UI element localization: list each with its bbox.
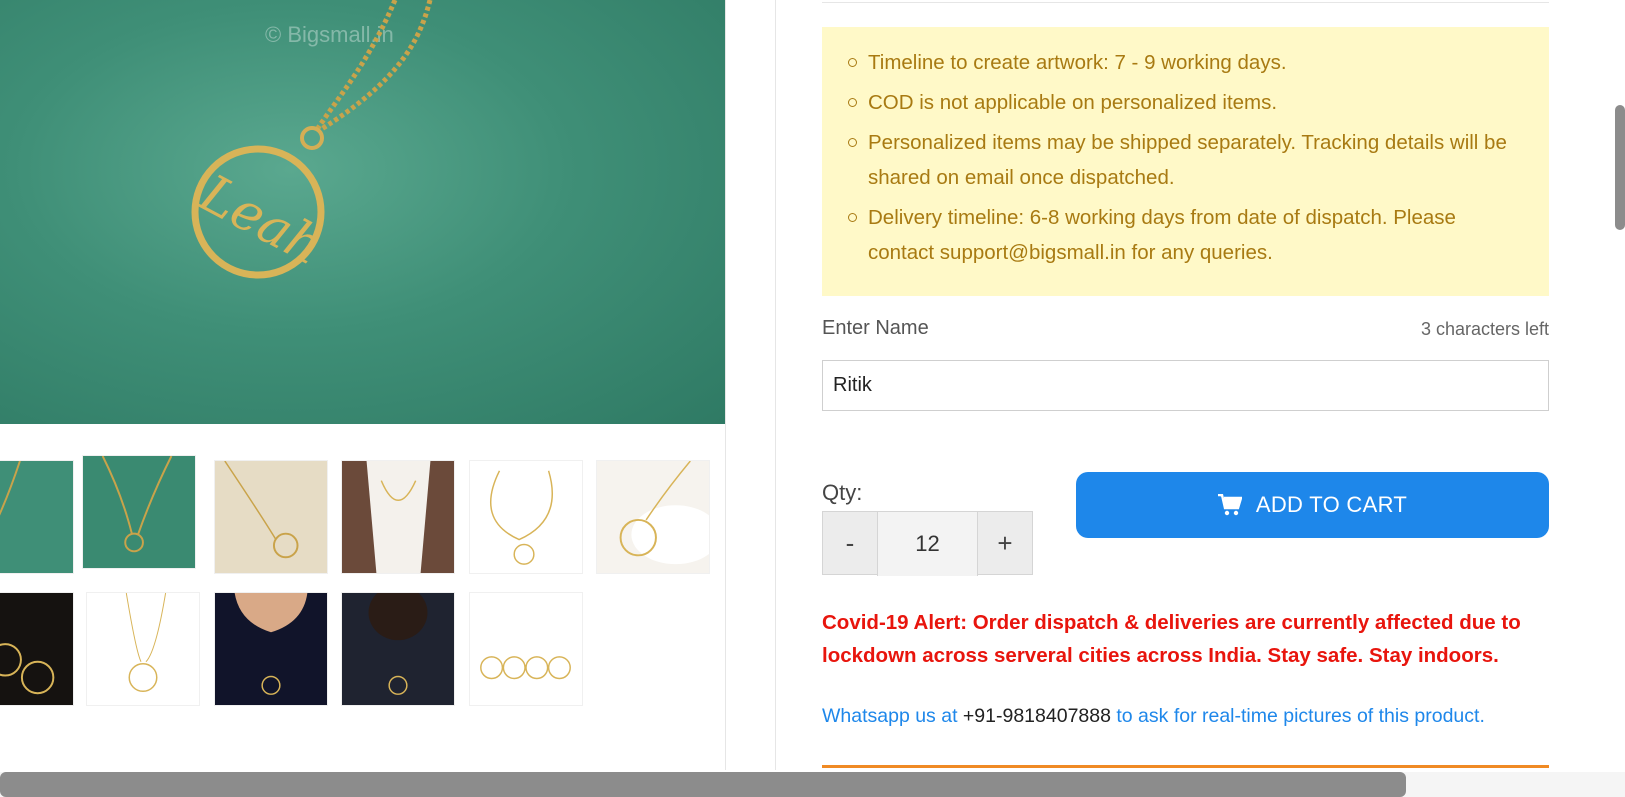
column-divider xyxy=(725,0,726,770)
thumbnail[interactable] xyxy=(0,460,74,574)
notice-item: Delivery timeline: 6-8 working days from… xyxy=(848,200,1519,270)
thumbnail[interactable] xyxy=(86,592,200,706)
thumbnail[interactable] xyxy=(596,460,710,574)
thumbnail[interactable] xyxy=(214,460,328,574)
thumbnail[interactable] xyxy=(469,592,583,706)
thumbnail[interactable] xyxy=(469,460,583,574)
section-divider-orange xyxy=(822,765,1549,768)
horizontal-scrollbar-thumb[interactable] xyxy=(0,772,1406,797)
shopping-cart-icon xyxy=(1217,494,1242,516)
increase-quantity-button[interactable]: + xyxy=(978,512,1032,574)
add-to-cart-label: ADD TO CART xyxy=(1255,492,1408,517)
personalization-notice: Timeline to create artwork: 7 - 9 workin… xyxy=(822,27,1549,296)
thumbnail[interactable] xyxy=(0,592,74,706)
product-main-image[interactable]: © Bigsmall.in Leah xyxy=(0,0,725,424)
decrease-quantity-button[interactable]: - xyxy=(823,512,877,574)
thumbnail[interactable] xyxy=(341,460,455,574)
whatsapp-suffix: to ask for real-time pictures of this pr… xyxy=(1116,705,1485,727)
thumbnail-active[interactable] xyxy=(82,455,196,569)
quantity-input[interactable] xyxy=(877,512,978,576)
section-divider xyxy=(822,2,1549,3)
notice-list: Timeline to create artwork: 7 - 9 workin… xyxy=(848,45,1519,270)
whatsapp-prefix: Whatsapp us at xyxy=(822,705,958,727)
enter-name-label: Enter Name xyxy=(822,317,929,339)
column-divider xyxy=(775,0,776,770)
necklace-illustration: Leah xyxy=(189,0,433,279)
add-to-cart-button[interactable]: ADD TO CART xyxy=(1076,472,1549,538)
quantity-label: Qty: xyxy=(822,480,863,505)
whatsapp-phone-link[interactable]: +91-9818407888 xyxy=(963,705,1111,727)
covid-alert: Covid-19 Alert: Order dispatch & deliver… xyxy=(822,611,1521,667)
notice-item: Timeline to create artwork: 7 - 9 workin… xyxy=(848,45,1519,80)
thumbnail[interactable] xyxy=(341,592,455,706)
vertical-scrollbar-thumb[interactable] xyxy=(1615,105,1625,230)
whatsapp-info: Whatsapp us at +91-9818407888 to ask for… xyxy=(822,705,1485,728)
name-input[interactable] xyxy=(822,360,1549,411)
characters-left-counter: 3 characters left xyxy=(1420,319,1549,339)
quantity-stepper: - + xyxy=(822,511,1033,576)
notice-item: COD is not applicable on personalized it… xyxy=(848,85,1519,120)
thumbnail[interactable] xyxy=(214,592,328,706)
notice-item: Personalized items may be shipped separa… xyxy=(848,125,1519,195)
